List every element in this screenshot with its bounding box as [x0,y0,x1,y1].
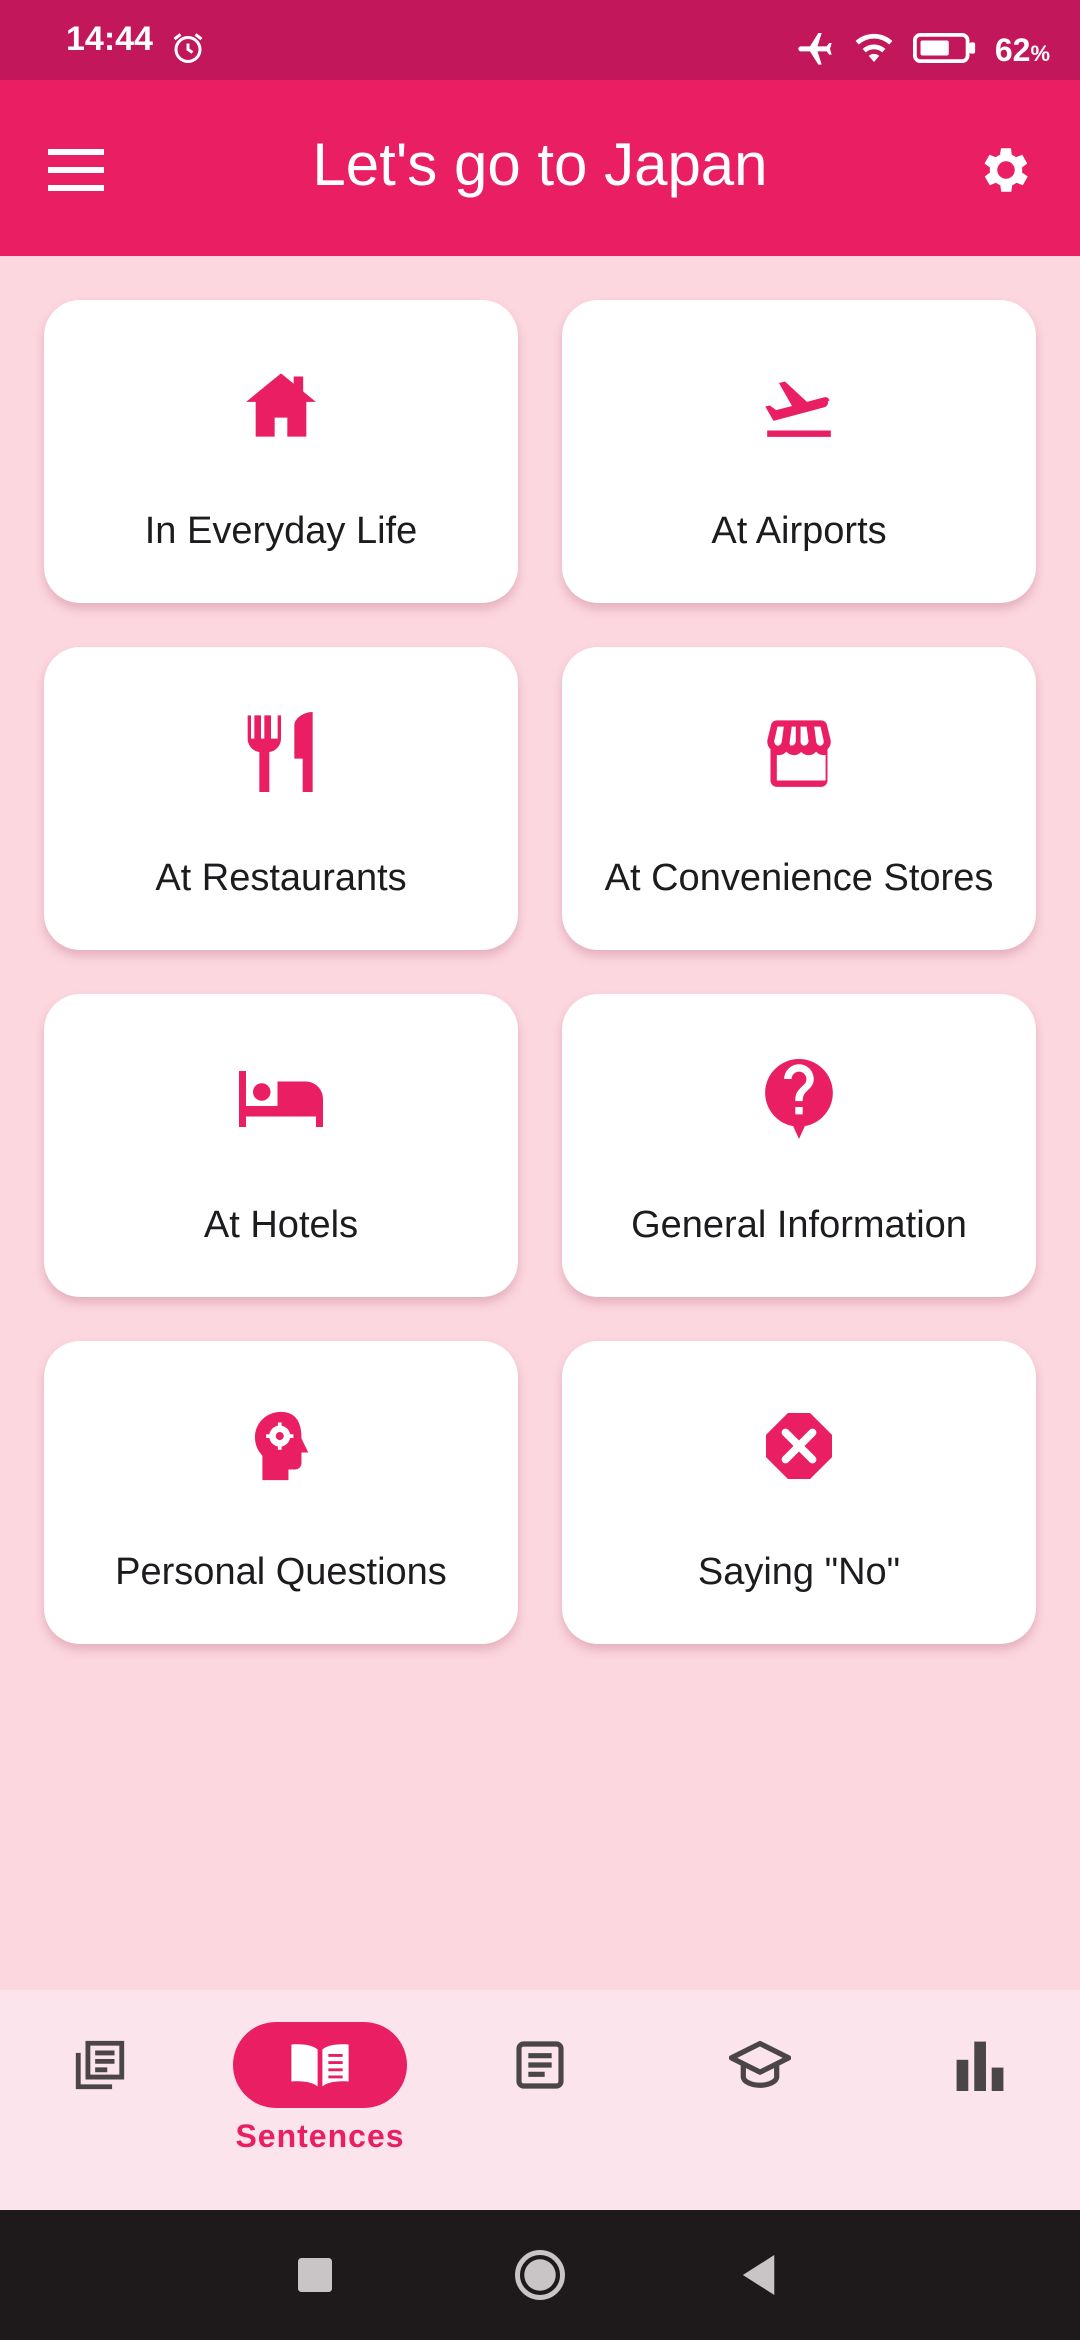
nav-item-stats[interactable] [880,2022,1080,2182]
book-icon [291,2044,349,2087]
page-title: Let's go to Japan [312,131,768,198]
system-navigation-bar [0,2210,1080,2340]
nav-pill [673,2022,847,2108]
category-card-general-information[interactable]: General Information [562,994,1036,1297]
category-label: In Everyday Life [144,510,418,552]
store-icon [761,707,837,797]
wifi-icon [853,30,895,71]
home-icon [243,360,319,450]
menu-button[interactable] [44,138,108,202]
category-label: Saying "No" [697,1551,901,1593]
help-icon [764,1054,834,1144]
school-icon [729,2040,791,2088]
settings-button[interactable] [972,136,1040,204]
category-card-everyday-life[interactable]: In Everyday Life [44,300,518,603]
battery-percent: 62% [994,32,1050,68]
psychology-icon [250,1401,312,1491]
hotel-bed-icon [239,1054,323,1144]
nav-pill [453,2022,627,2108]
menu-icon [48,149,104,191]
alarm-icon [170,30,206,71]
category-label: At Convenience Stores [604,857,994,899]
category-card-saying-no[interactable]: Saying "No" [562,1341,1036,1644]
cancel-octagon-icon [763,1401,835,1491]
category-label: Personal Questions [115,1551,447,1593]
nav-pill-active [233,2022,407,2108]
home-button[interactable] [505,2240,575,2310]
home-circle-icon [515,2250,565,2300]
nav-label-sentences: Sentences [235,2118,405,2154]
library-icon [75,2040,125,2090]
recents-button[interactable] [280,2240,350,2310]
status-time: 14:44 [66,20,153,58]
nav-item-learn[interactable] [660,2022,860,2182]
category-label: General Information [631,1204,967,1246]
category-card-airports[interactable]: At Airports [562,300,1036,603]
restaurant-icon [245,707,317,797]
recents-icon [298,2258,332,2292]
app-bar: Let's go to Japan [0,80,1080,256]
status-icons: 62% [795,28,1050,73]
nav-pill [13,2022,187,2108]
category-label: At Airports [711,510,887,552]
category-label: At Restaurants [155,857,407,899]
flight-takeoff-icon [759,360,839,450]
article-icon [516,2041,564,2089]
nav-item-articles[interactable] [440,2022,640,2182]
battery-icon [912,31,977,70]
bar-chart-icon [956,2041,1004,2091]
category-card-restaurants[interactable]: At Restaurants [44,647,518,950]
nav-item-sentences[interactable]: Sentences [220,2022,420,2182]
airplane-mode-icon [795,28,835,73]
category-label: At Hotels [203,1204,359,1246]
nav-item-library[interactable] [0,2022,200,2182]
gear-icon [984,148,1028,192]
category-card-convenience-stores[interactable]: At Convenience Stores [562,647,1036,950]
category-grid: In Everyday Life At Airports At Restaura… [44,300,1036,1644]
nav-pill [893,2022,1067,2108]
status-bar: 14:44 62% [0,0,1080,80]
back-icon [742,2255,775,2295]
bottom-navigation: Sentences [0,1990,1080,2210]
back-button[interactable] [725,2240,795,2310]
category-card-hotels[interactable]: At Hotels [44,994,518,1297]
category-card-personal-questions[interactable]: Personal Questions [44,1341,518,1644]
